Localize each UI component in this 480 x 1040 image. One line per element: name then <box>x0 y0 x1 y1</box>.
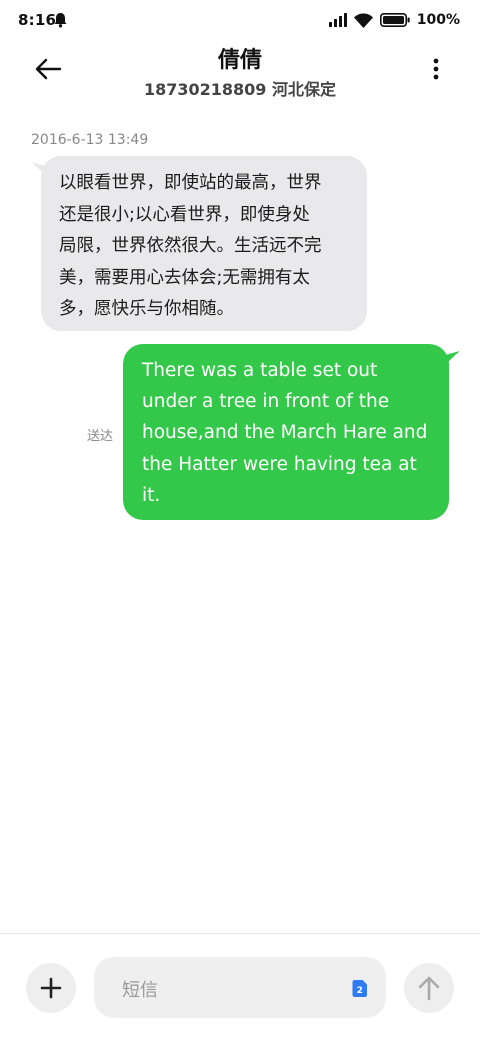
signal-icon <box>328 13 347 27</box>
battery-icon <box>379 13 410 27</box>
message-line: 还是很小;以心看世界，即使身处 <box>59 204 310 225</box>
status-bar: 8:16 100% <box>0 0 480 40</box>
status-icons: 100% <box>328 10 460 30</box>
wifi-icon <box>353 13 373 28</box>
message-line: 以眼看世界，即使站的最高，世界 <box>59 173 322 193</box>
message-timestamp: 2016-6-13 13:49 <box>31 132 149 148</box>
composer-divider <box>0 933 480 934</box>
message-line: 美，需要用心去体会;无需拥有太 <box>59 267 310 288</box>
battery-percent: 100% <box>416 12 460 28</box>
message-line: 局限，世界依然很大。生活远不完 <box>59 236 322 257</box>
delivery-status: 送达 <box>87 429 114 444</box>
send-button[interactable] <box>404 963 454 1013</box>
incoming-message-bubble[interactable]: 以眼看世界，即使站的最高，世界 还是很小;以心看世界，即使身处 局限，世界依然很… <box>41 156 367 331</box>
message-line: the Hatter were having tea at <box>142 453 417 475</box>
message-line: under a tree in front of the <box>142 391 390 413</box>
conversation-header: 倩倩 18730218809 河北保定 <box>0 40 480 104</box>
contact-name: 倩倩 <box>217 48 262 73</box>
sim-card-icon[interactable]: 2 <box>352 980 367 997</box>
add-attachment-button[interactable] <box>26 963 76 1013</box>
message-input[interactable]: 短信 2 <box>94 957 386 1018</box>
status-time: 8:16 <box>18 11 57 29</box>
message-line: house,and the March Hare and <box>142 422 428 444</box>
message-line: it. <box>142 484 161 506</box>
outgoing-message-bubble[interactable]: There was a table set out under a tree i… <box>123 344 449 520</box>
more-options-button[interactable] <box>424 54 448 84</box>
message-line: There was a table set out <box>142 360 378 381</box>
more-vertical-icon <box>433 58 439 80</box>
message-line: 多，愿快乐与你相随。 <box>59 299 234 320</box>
sim-slot-label: 2 <box>357 986 363 996</box>
contact-detail: 18730218809 河北保定 <box>143 80 337 99</box>
plus-icon <box>40 977 62 999</box>
bell-icon <box>54 13 67 28</box>
arrow-up-icon <box>418 976 440 1001</box>
message-input-placeholder: 短信 <box>122 980 158 1001</box>
